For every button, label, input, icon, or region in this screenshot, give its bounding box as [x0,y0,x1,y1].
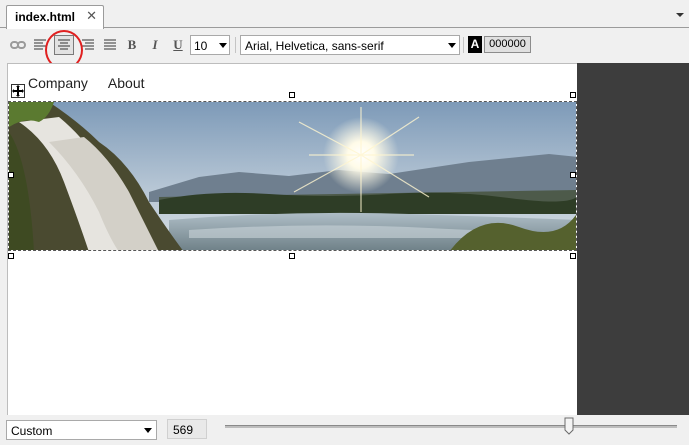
align-justify-icon[interactable] [100,35,120,55]
formatting-toolbar: B I U 10 Arial, Helvetica, sans-serif A … [0,29,689,70]
separator [235,37,236,53]
link-icon[interactable] [8,35,28,55]
font-size-select[interactable]: 10 [190,35,230,55]
italic-label: I [152,37,158,52]
viewport-preset-value: Custom [11,424,53,438]
hero-image[interactable] [8,101,577,251]
viewport-width-slider[interactable] [225,425,677,428]
nav-link-company[interactable]: Company [28,75,88,91]
tab-bar: index.html ✕ [0,0,689,29]
canvas-overflow-area [577,63,689,415]
slider-thumb[interactable] [564,417,574,435]
resize-handle[interactable] [8,172,14,178]
underline-button[interactable]: U [168,35,188,55]
chevron-down-icon [219,43,227,48]
page-nav: Company About [28,75,145,91]
separator [463,37,464,53]
viewport-preset-select[interactable]: Custom [6,420,157,440]
close-icon[interactable]: ✕ [86,9,97,23]
tab-title: index.html [15,10,76,24]
design-canvas[interactable]: Company About [7,63,577,415]
underline-label: U [173,37,183,52]
font-family-select[interactable]: Arial, Helvetica, sans-serif [240,35,460,55]
move-icon[interactable] [11,84,25,98]
font-family-value: Arial, Helvetica, sans-serif [245,39,384,53]
resize-handle[interactable] [289,92,295,98]
viewport-width-value: 569 [173,423,194,437]
resize-handle[interactable] [8,253,14,259]
chevron-down-icon[interactable] [675,10,685,20]
status-bar: Custom 569 [0,415,689,445]
chevron-down-icon [448,43,456,48]
landscape-image [9,102,576,250]
text-color-swatch[interactable]: A [468,36,482,53]
text-color-hex[interactable]: 000000 [484,36,531,53]
font-size-value: 10 [194,39,208,53]
tab-index-html[interactable]: index.html ✕ [6,5,104,29]
resize-handle[interactable] [570,172,576,178]
bold-button[interactable]: B [122,35,142,55]
viewport-width-field[interactable]: 569 [167,419,207,439]
italic-button[interactable]: I [145,35,165,55]
resize-handle[interactable] [570,253,576,259]
resize-handle[interactable] [570,92,576,98]
nav-link-about[interactable]: About [108,75,145,91]
resize-handle[interactable] [289,253,295,259]
bold-label: B [127,37,137,52]
chevron-down-icon [144,428,152,433]
